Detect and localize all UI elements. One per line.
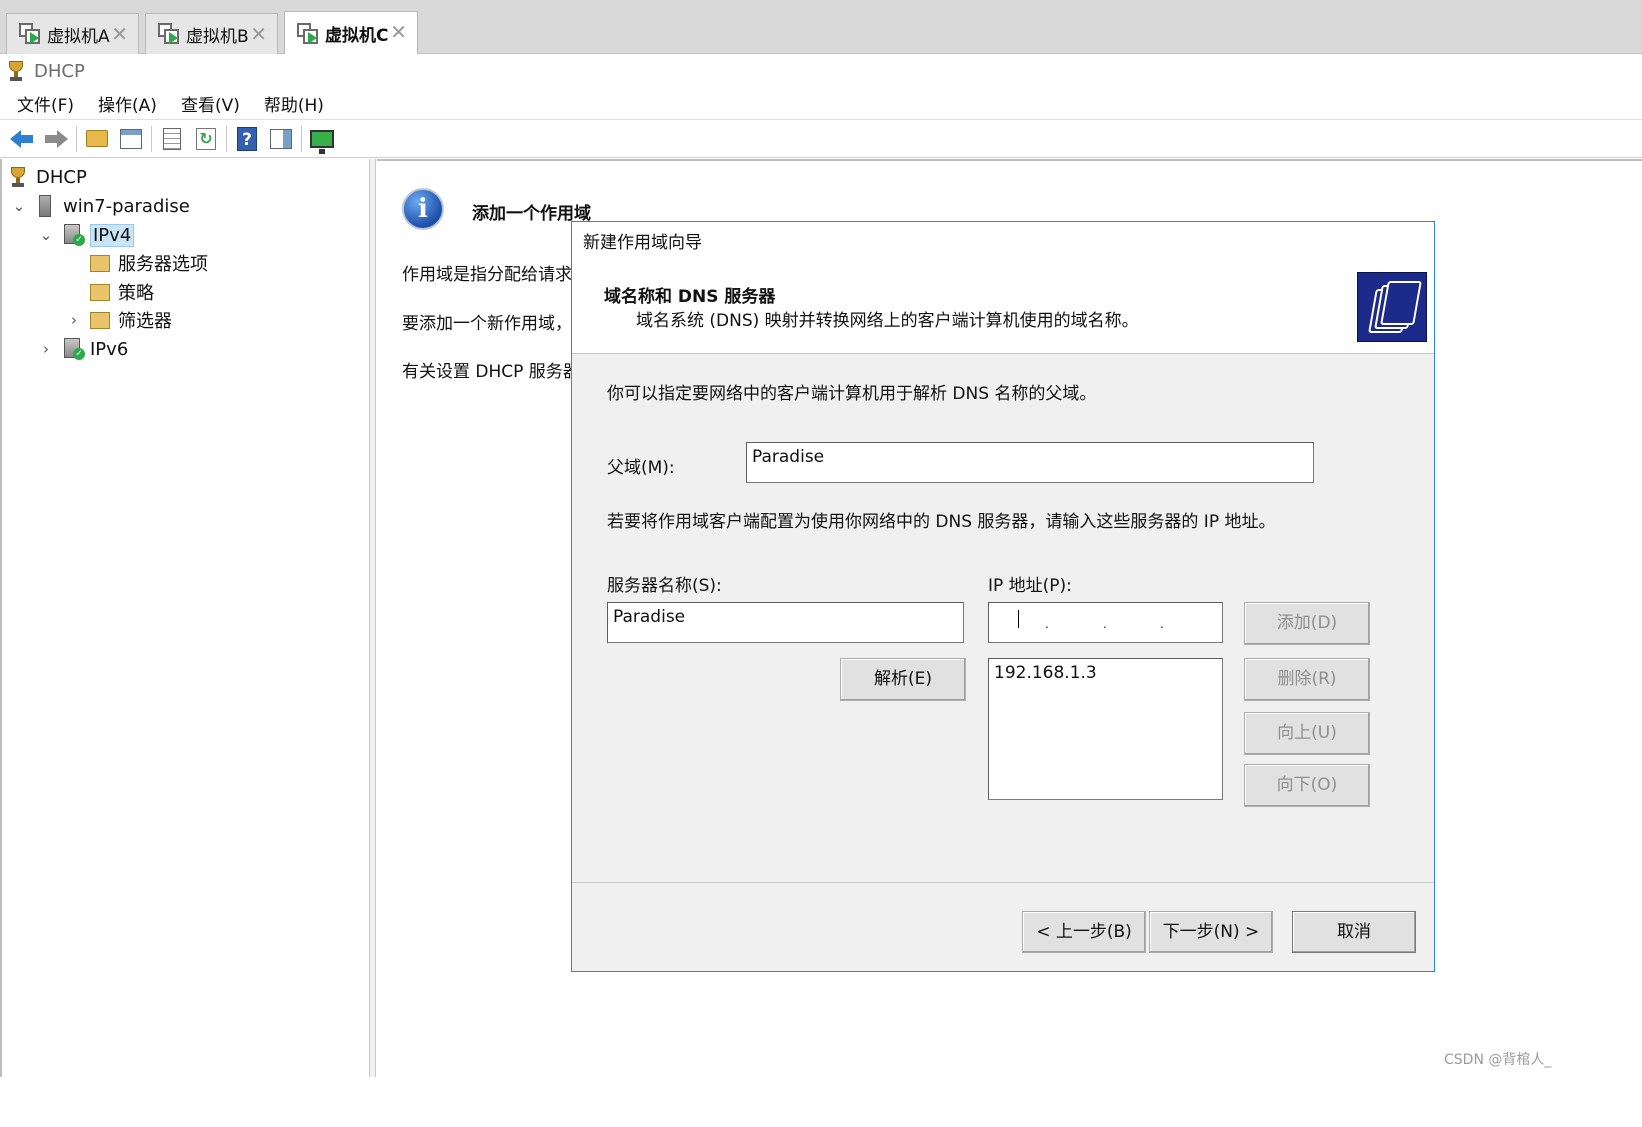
ipv6-icon: ✓	[62, 338, 85, 360]
dns-server-list[interactable]: 192.168.1.3	[988, 658, 1223, 800]
tree-label: 筛选器	[118, 311, 172, 332]
menu-action[interactable]: 操作(A)	[98, 91, 157, 116]
close-icon[interactable]: ✕	[250, 22, 267, 46]
dns-instruction-text: 若要将作用域客户端配置为使用你网络中的 DNS 服务器，请输入这些服务器的 IP…	[607, 512, 1276, 532]
resolve-button[interactable]: 解析(E)	[840, 658, 966, 701]
vm-tab-c[interactable]: 虚拟机C ✕	[284, 11, 418, 55]
ip-separator: .	[1045, 617, 1049, 631]
monitor-icon[interactable]	[308, 125, 336, 154]
tree-node-filters[interactable]: › 筛选器	[66, 307, 172, 333]
tree-label: IPv6	[90, 338, 129, 360]
wizard-book-icon	[1357, 272, 1427, 342]
toolbar-separator	[226, 125, 227, 152]
parent-domain-field[interactable]: Paradise	[746, 442, 1314, 483]
toolbar: ↻ ?	[0, 120, 1642, 158]
close-icon[interactable]: ✕	[111, 22, 128, 46]
vm-icon	[19, 23, 41, 45]
ip-separator: .	[1160, 617, 1164, 631]
menu-bar: 文件(F) 操作(A) 查看(V) 帮助(H)	[0, 88, 1642, 120]
tree-node-server[interactable]: ⌄ win7-paradise	[11, 193, 190, 219]
toolbar-separator	[76, 125, 77, 152]
server-options-icon	[90, 252, 112, 274]
tree-label: IPv4	[90, 223, 135, 247]
text-caret	[1018, 610, 1019, 628]
toolbar-separator	[151, 125, 152, 152]
tree-node-policies[interactable]: 策略	[90, 279, 154, 305]
tree-node-ipv4[interactable]: ⌄ ✓ IPv4	[38, 222, 135, 248]
wizard-page-title: 域名称和 DNS 服务器	[604, 287, 776, 307]
chevron-down-icon[interactable]: ⌄	[11, 197, 27, 215]
tree-label: win7-paradise	[63, 195, 190, 217]
remove-button[interactable]: 删除(R)	[1244, 658, 1370, 701]
pane-splitter[interactable]	[370, 159, 376, 1077]
vm-tab-label: 虚拟机B	[186, 26, 249, 47]
tree-label: DHCP	[36, 166, 87, 188]
intro-text: 你可以指定要网络中的客户端计算机用于解析 DNS 名称的父域。	[607, 384, 1097, 404]
menu-help[interactable]: 帮助(H)	[264, 91, 324, 116]
help-icon[interactable]: ?	[233, 125, 261, 153]
action-pane-icon[interactable]	[267, 125, 295, 153]
new-scope-wizard-dialog: 新建作用域向导 域名称和 DNS 服务器 域名系统 (DNS) 映射并转换网络上…	[571, 221, 1435, 972]
move-up-button[interactable]: 向上(U)	[1244, 712, 1370, 755]
server-name-label: 服务器名称(S):	[607, 576, 722, 596]
ipv4-icon: ✓	[62, 224, 85, 246]
dns-server-list-item[interactable]: 192.168.1.3	[994, 663, 1217, 683]
menu-view[interactable]: 查看(V)	[181, 91, 240, 116]
tree-node-server-options[interactable]: 服务器选项	[90, 250, 208, 276]
window-title: DHCP	[34, 60, 85, 82]
close-icon[interactable]: ✕	[390, 20, 407, 44]
vm-tab-b[interactable]: 虚拟机B ✕	[145, 13, 278, 54]
forward-icon[interactable]	[42, 125, 70, 153]
refresh-icon[interactable]: ↻	[192, 125, 220, 153]
server-icon	[35, 195, 57, 217]
watermark: CSDN @背棺人_	[1444, 1052, 1552, 1068]
next-button[interactable]: 下一步(N) >	[1149, 911, 1273, 953]
ip-separator: .	[1103, 617, 1107, 631]
vm-tab-label: 虚拟机A	[47, 26, 110, 47]
chevron-right-icon[interactable]: ›	[66, 311, 82, 329]
tree-node-ipv6[interactable]: › ✓ IPv6	[38, 336, 128, 362]
vm-tab-strip: 虚拟机A ✕ 虚拟机B ✕ 虚拟机C ✕	[0, 0, 1642, 55]
show-hide-tree-icon[interactable]	[117, 125, 145, 153]
tree-label: 服务器选项	[118, 254, 208, 275]
dhcp-trophy-icon	[8, 166, 28, 188]
vm-tab-label: 虚拟机C	[325, 26, 389, 46]
menu-file[interactable]: 文件(F)	[17, 91, 74, 116]
wizard-page-subtitle: 域名系统 (DNS) 映射并转换网络上的客户端计算机使用的域名称。	[636, 311, 1139, 331]
content-line: 要添加一个新作用域，	[402, 314, 572, 334]
info-icon: i	[402, 188, 444, 230]
toolbar-separator	[301, 125, 302, 152]
filters-icon	[90, 309, 112, 331]
console-tree	[0, 159, 370, 1077]
chevron-right-icon[interactable]: ›	[38, 340, 54, 358]
content-line: 有关设置 DHCP 服务器	[402, 362, 580, 382]
wizard-header: 域名称和 DNS 服务器 域名系统 (DNS) 映射并转换网络上的客户端计算机使…	[572, 264, 1434, 354]
vm-tab-a[interactable]: 虚拟机A ✕	[6, 13, 139, 54]
parent-domain-label: 父域(M):	[607, 458, 675, 478]
dialog-title: 新建作用域向导	[572, 222, 1434, 264]
content-line: 作用域是指分配给请求	[402, 265, 572, 285]
cancel-button[interactable]: 取消	[1292, 911, 1416, 953]
ip-address-label: IP 地址(P):	[988, 576, 1072, 596]
tree-label: 策略	[118, 283, 154, 304]
window-title-bar: DHCP	[0, 54, 1642, 88]
back-button[interactable]: < 上一步(B)	[1022, 911, 1146, 953]
server-name-field[interactable]: Paradise	[607, 602, 964, 643]
wizard-footer-divider	[572, 882, 1434, 883]
add-button[interactable]: 添加(D)	[1244, 602, 1370, 645]
policies-icon	[90, 281, 112, 303]
dhcp-trophy-icon	[6, 60, 26, 82]
vm-icon	[158, 23, 180, 45]
ip-address-field[interactable]: . . .	[988, 602, 1223, 643]
tree-node-dhcp[interactable]: DHCP	[8, 164, 87, 190]
properties-icon[interactable]	[158, 125, 186, 153]
chevron-down-icon[interactable]: ⌄	[38, 226, 54, 244]
vm-icon	[297, 22, 319, 45]
back-icon[interactable]	[8, 125, 36, 153]
up-folder-icon[interactable]	[83, 125, 111, 153]
move-down-button[interactable]: 向下(O)	[1244, 764, 1370, 807]
